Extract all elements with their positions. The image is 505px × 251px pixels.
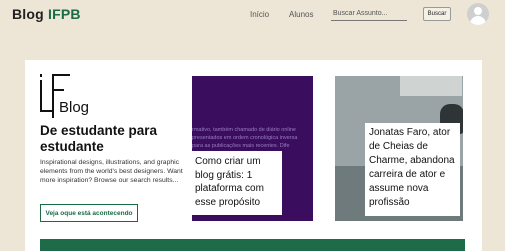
avatar-body (470, 16, 486, 25)
overlay-line: rmativo, também chamado de diário online (192, 127, 296, 133)
user-avatar-icon[interactable] (467, 3, 489, 25)
search-input[interactable] (331, 7, 407, 21)
top-navigation: Blog IFPB Início Alunos Buscar (0, 0, 505, 30)
logo-bar-base (40, 110, 54, 112)
hero-title: De estudante para estudante (40, 123, 158, 154)
image-overlay-text: rmativo, também chamado de diário online… (192, 126, 313, 150)
if-blog-logo: Blog (40, 74, 110, 118)
overlay-line: para as publicações mais recentes. Dife (192, 143, 290, 149)
overlay-line: presentados em ordem cronológica inversa (192, 135, 298, 141)
nav-link-alunos[interactable]: Alunos (289, 10, 313, 19)
logo-blog-word: Blog (59, 99, 90, 116)
search-button[interactable]: Buscar (423, 7, 451, 21)
post-title-link[interactable]: Jonatas Faro, ator de Cheias de Charme, … (365, 123, 460, 216)
nav-link-inicio[interactable]: Início (250, 10, 269, 19)
site-logo[interactable]: Blog IFPB (12, 6, 81, 22)
logo-dot (40, 74, 42, 77)
next-section-band (40, 239, 465, 251)
photo-light (400, 76, 462, 96)
see-whats-happening-button[interactable]: Veja oque está acontecendo (40, 204, 138, 222)
logo-text: Blog (12, 6, 48, 22)
logo-brand: IFPB (48, 6, 81, 22)
avatar-head (474, 7, 482, 15)
hero-description: Inspirational designs, illustrations, an… (40, 159, 183, 184)
logo-bar-top (52, 74, 70, 76)
hero-card: Blog De estudante para estudante Inspira… (25, 60, 482, 251)
post-title-link[interactable]: Como criar um blog grátis: 1 plataforma … (192, 151, 282, 215)
logo-stem-i (40, 80, 42, 110)
logo-bar-mid (52, 89, 64, 91)
